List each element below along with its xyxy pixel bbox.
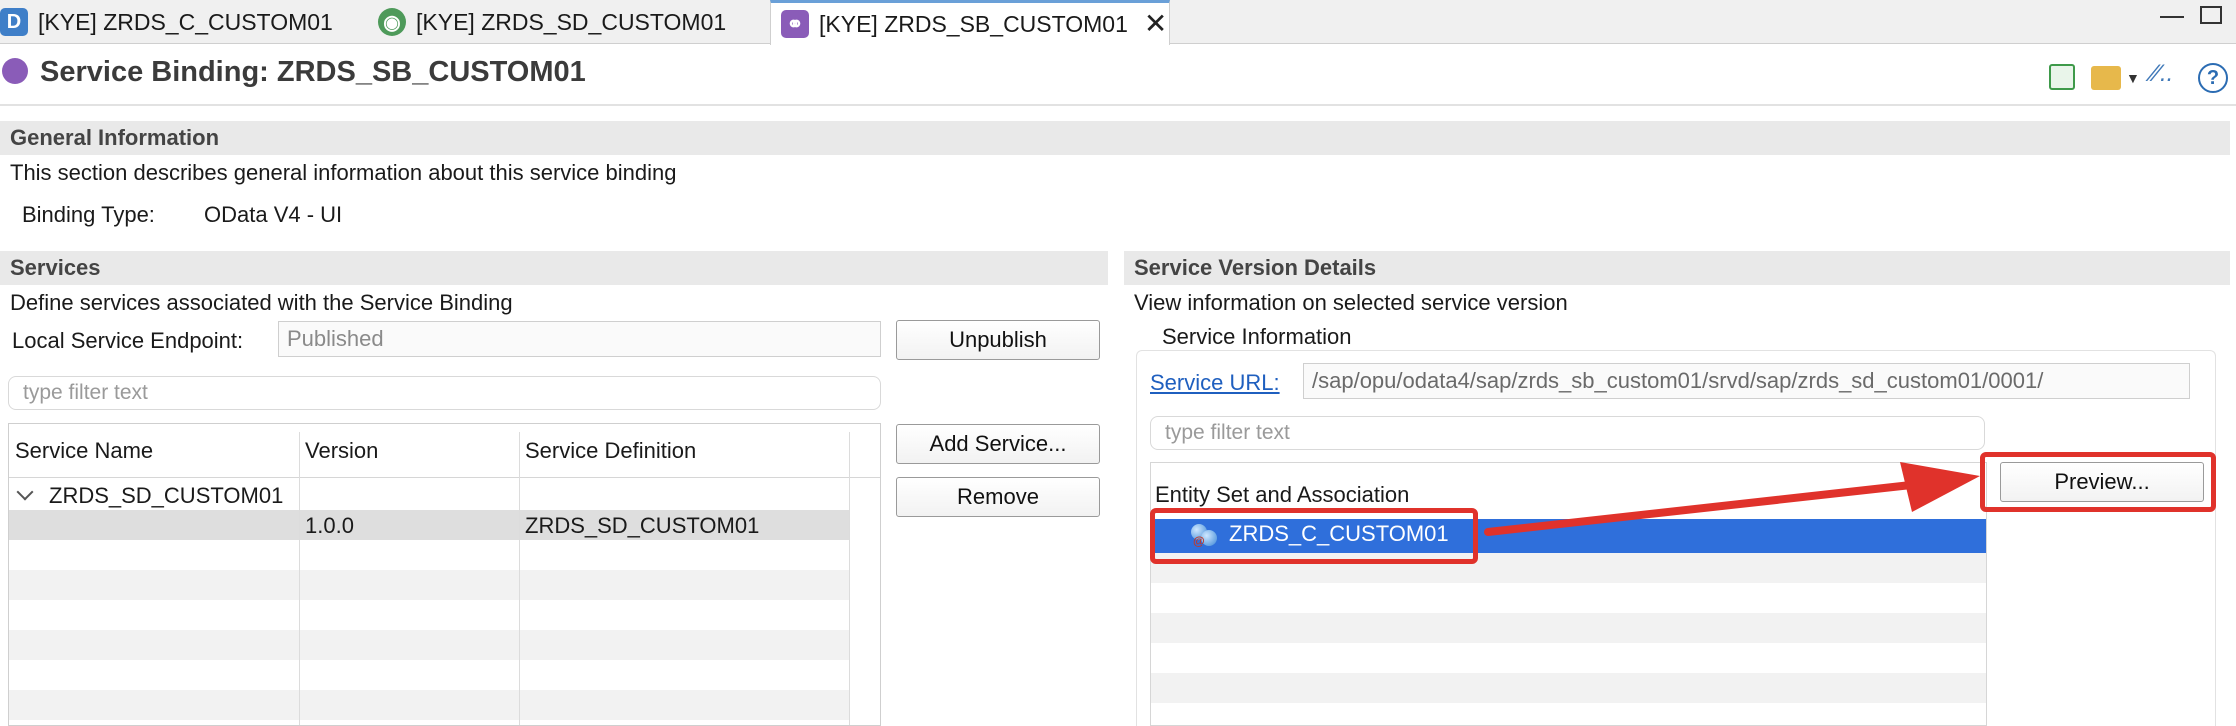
binding-type-label: Binding Type: xyxy=(22,202,155,227)
add-service-button[interactable]: Add Service... xyxy=(896,424,1100,464)
list-item-empty xyxy=(1151,583,1986,613)
table-row-empty xyxy=(9,660,849,690)
table-row[interactable]: ZRDS_SD_CUSTOM01 xyxy=(9,480,849,510)
tab-zrds-sd-custom01[interactable]: ◉ [KYE] ZRDS_SD_CUSTOM01 xyxy=(378,0,758,44)
maximize-icon[interactable] xyxy=(2200,6,2222,24)
column-divider[interactable] xyxy=(849,432,850,725)
column-version[interactable]: Version xyxy=(305,438,378,464)
list-item-empty xyxy=(1151,673,1986,703)
service-definition-cell: ZRDS_SD_CUSTOM01 xyxy=(525,513,760,538)
tab-zrds-sb-custom01[interactable]: ⚭ [KYE] ZRDS_SB_CUSTOM01 ✕ xyxy=(770,0,1170,45)
table-row-empty xyxy=(9,690,849,720)
entity-filter-input[interactable]: type filter text xyxy=(1150,416,1985,450)
annotation-arrow xyxy=(1484,462,1980,536)
table-row-empty xyxy=(9,570,849,600)
version-cell: 1.0.0 xyxy=(305,513,354,538)
service-binding-icon xyxy=(2,58,28,84)
chevron-down-icon[interactable] xyxy=(16,483,34,501)
binding-type-value: OData V4 - UI xyxy=(204,202,343,227)
local-endpoint-field: Published xyxy=(278,321,881,357)
activate-icon[interactable] xyxy=(2049,64,2075,90)
services-header: Services xyxy=(0,251,1108,285)
tab-zrds-c-custom01[interactable]: D [KYE] ZRDS_C_CUSTOM01 xyxy=(0,0,360,44)
service-url-field: /sap/opu/odata4/sap/zrds_sb_custom01/srv… xyxy=(1303,363,2190,399)
service-binding-icon: ⚭ xyxy=(781,10,809,38)
column-service-definition[interactable]: Service Definition xyxy=(525,438,696,464)
table-row-empty xyxy=(9,600,849,630)
column-divider[interactable] xyxy=(519,432,520,725)
tab-label: [KYE] ZRDS_SB_CUSTOM01 xyxy=(819,10,1128,37)
general-description: This section describes general informati… xyxy=(10,160,677,185)
table-row[interactable]: 1.0.0 ZRDS_SD_CUSTOM01 xyxy=(9,510,849,540)
services-filter-input[interactable]: type filter text xyxy=(8,376,881,410)
service-definition-icon: ◉ xyxy=(378,8,406,36)
general-information-header: General Information xyxy=(0,121,2230,155)
link-icon[interactable]: ⁄⁄.. xyxy=(2152,60,2173,88)
preview-highlight-box xyxy=(1980,452,2216,512)
local-endpoint-label: Local Service Endpoint: xyxy=(12,328,244,353)
remove-button[interactable]: Remove xyxy=(896,477,1100,517)
services-description: Define services associated with the Serv… xyxy=(10,290,513,315)
minimize-icon[interactable] xyxy=(2160,8,2184,18)
table-row-empty xyxy=(9,630,849,660)
arrow-shaft xyxy=(1484,480,1924,536)
tab-label: [KYE] ZRDS_C_CUSTOM01 xyxy=(38,8,333,35)
service-information-title: Service Information xyxy=(1160,324,1354,350)
column-divider[interactable] xyxy=(299,432,300,725)
column-service-name[interactable]: Service Name xyxy=(15,438,153,464)
data-definition-icon: D xyxy=(0,8,28,36)
service-name-cell: ZRDS_SD_CUSTOM01 xyxy=(49,483,284,508)
table-header: Service Name Version Service Definition xyxy=(9,424,880,478)
list-item-empty xyxy=(1151,703,1986,725)
help-icon[interactable]: ? xyxy=(2198,63,2228,93)
list-item-empty xyxy=(1151,613,1986,643)
unpublish-button[interactable]: Unpublish xyxy=(896,320,1100,360)
entity-highlight-box xyxy=(1150,508,1478,564)
arrow-head xyxy=(1900,462,1980,512)
entity-header-label: Entity Set and Association xyxy=(1155,482,1410,507)
table-row-empty xyxy=(9,540,849,570)
title-divider xyxy=(0,104,2236,106)
version-details-description: View information on selected service ver… xyxy=(1134,290,1568,315)
list-item-empty xyxy=(1151,643,1986,673)
close-icon[interactable]: ✕ xyxy=(1144,10,1167,38)
open-folder-icon[interactable] xyxy=(2091,66,2121,90)
service-url-link[interactable]: Service URL: xyxy=(1150,370,1280,396)
page-title: Service Binding: ZRDS_SB_CUSTOM01 xyxy=(40,56,586,88)
tab-label: [KYE] ZRDS_SD_CUSTOM01 xyxy=(416,8,727,35)
services-table: Service Name Version Service Definition … xyxy=(8,423,881,726)
chevron-down-icon[interactable]: ▼ xyxy=(2126,70,2140,86)
service-version-details-header: Service Version Details xyxy=(1124,251,2230,285)
